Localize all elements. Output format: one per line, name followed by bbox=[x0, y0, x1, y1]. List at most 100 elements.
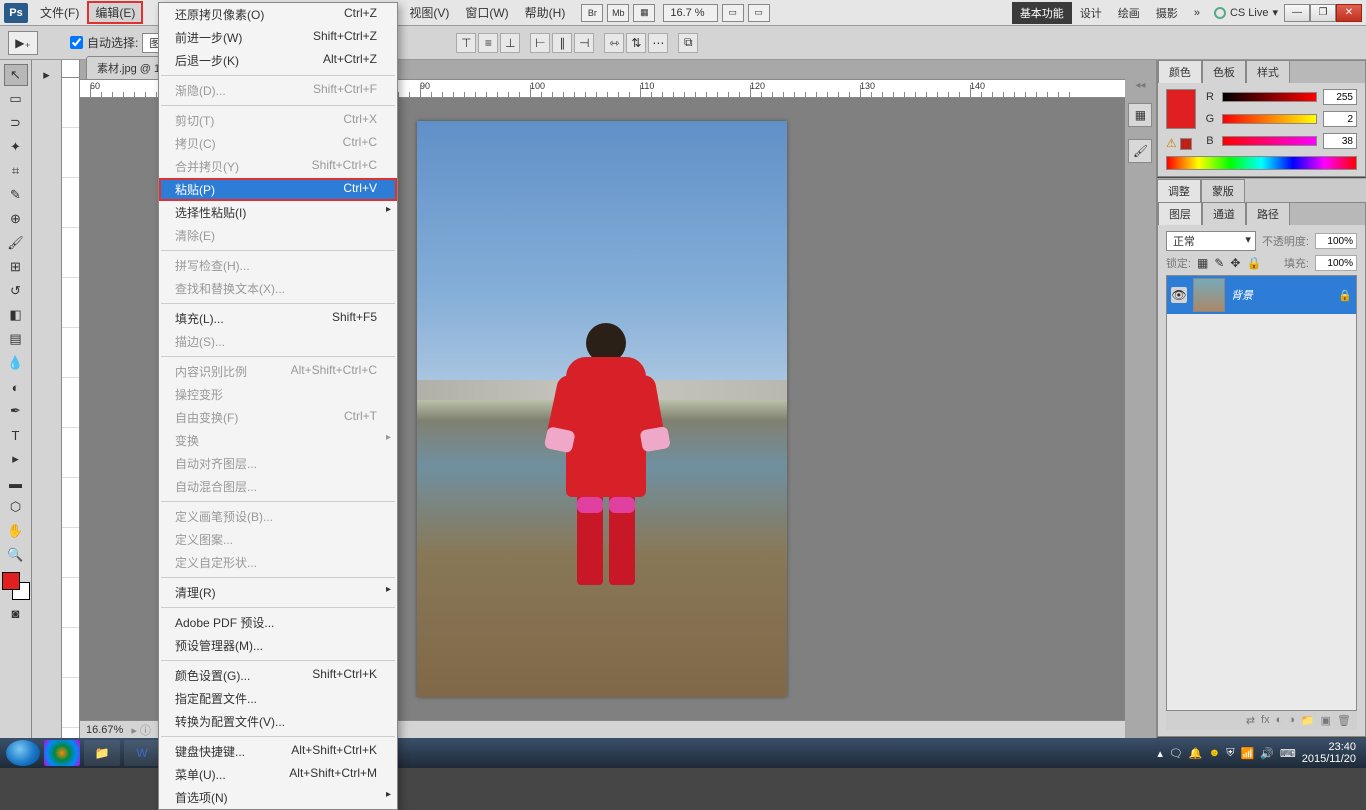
gradient-tool[interactable]: ▤ bbox=[4, 328, 28, 350]
layer-visibility-icon[interactable]: 👁 bbox=[1171, 287, 1187, 303]
styles-tab[interactable]: 样式 bbox=[1246, 60, 1290, 83]
view-extras-icon[interactable]: ▭ bbox=[722, 4, 744, 22]
dodge-tool[interactable]: ◐ bbox=[4, 376, 28, 398]
masks-tab[interactable]: 蒙版 bbox=[1201, 179, 1245, 203]
layer-style-icon[interactable]: fx bbox=[1261, 714, 1270, 727]
align-hcenter-icon[interactable]: ∥ bbox=[552, 33, 572, 53]
tray-icon-3[interactable]: ☻ bbox=[1209, 747, 1221, 759]
workspace-photo[interactable]: 摄影 bbox=[1148, 2, 1186, 24]
menu-item-颜色设置g[interactable]: 颜色设置(G)...Shift+Ctrl+K bbox=[159, 664, 397, 687]
history-panel-icon[interactable]: ▦ bbox=[1128, 103, 1152, 127]
history-brush-tool[interactable]: ↺ bbox=[4, 280, 28, 302]
menu-item-填充l[interactable]: 填充(L)...Shift+F5 bbox=[159, 307, 397, 330]
hue-strip[interactable] bbox=[1166, 156, 1357, 170]
workspace-essentials[interactable]: 基本功能 bbox=[1012, 2, 1072, 24]
new-layer-icon[interactable]: ▣ bbox=[1321, 714, 1331, 727]
layer-thumbnail[interactable] bbox=[1193, 278, 1225, 312]
tray-volume-icon[interactable]: 🔊 bbox=[1260, 747, 1274, 760]
menu-item-粘贴p[interactable]: 粘贴(P)Ctrl+V bbox=[159, 178, 397, 201]
menu-item-还原拷贝像素o[interactable]: 还原拷贝像素(O)Ctrl+Z bbox=[159, 3, 397, 26]
zoom-level[interactable]: 16.7 % bbox=[663, 4, 717, 22]
menu-file[interactable]: 文件(F) bbox=[32, 1, 87, 24]
blur-tool[interactable]: 💧 bbox=[4, 352, 28, 374]
maximize-button[interactable]: ❐ bbox=[1310, 4, 1336, 22]
bridge-icon[interactable]: Br bbox=[581, 4, 603, 22]
brush-panel-icon[interactable]: 🖌 bbox=[1128, 139, 1152, 163]
type-tool[interactable]: T bbox=[4, 424, 28, 446]
menu-edit[interactable]: 编辑(E) bbox=[87, 1, 143, 24]
distribute-h-icon[interactable]: ⇿ bbox=[604, 33, 624, 53]
zoom-tool[interactable]: 🔍 bbox=[4, 544, 28, 566]
lock-all-icon[interactable]: 🔒 bbox=[1246, 256, 1261, 270]
close-button[interactable]: ✕ bbox=[1336, 4, 1362, 22]
eraser-tool[interactable]: ◧ bbox=[4, 304, 28, 326]
color-tab[interactable]: 颜色 bbox=[1158, 60, 1202, 83]
align-left-icon[interactable]: ⊢ bbox=[530, 33, 550, 53]
g-slider[interactable] bbox=[1222, 114, 1317, 124]
group-icon[interactable]: 📁 bbox=[1301, 714, 1315, 727]
menu-view[interactable]: 视图(V) bbox=[401, 1, 457, 24]
tray-icon-4[interactable]: ⛨ bbox=[1226, 747, 1234, 760]
adjustments-tab[interactable]: 调整 bbox=[1157, 179, 1201, 203]
distribute-v-icon[interactable]: ⇅ bbox=[626, 33, 646, 53]
marquee-tool[interactable]: ▭ bbox=[4, 88, 28, 110]
g-value[interactable] bbox=[1323, 111, 1357, 127]
tray-icon-2[interactable]: 🔔 bbox=[1189, 747, 1203, 760]
layer-background[interactable]: 👁 背景 🔒 bbox=[1167, 276, 1356, 314]
taskbar-explorer[interactable]: 📁 bbox=[84, 740, 120, 766]
gamut-warning-icon[interactable]: ⚠ bbox=[1166, 136, 1177, 150]
status-info-icon[interactable]: ▸ ⓘ bbox=[131, 722, 151, 738]
collapse-dock[interactable]: ◂◂ bbox=[1133, 80, 1147, 91]
minimize-button[interactable]: — bbox=[1284, 4, 1310, 22]
layer-mask-icon[interactable]: ◐ bbox=[1276, 714, 1283, 727]
tray-icon-1[interactable]: 🗨 bbox=[1169, 747, 1183, 760]
menu-item-菜单u[interactable]: 菜单(U)...Alt+Shift+Ctrl+M bbox=[159, 763, 397, 786]
workspace-painting[interactable]: 绘画 bbox=[1110, 2, 1148, 24]
align-right-icon[interactable]: ⊣ bbox=[574, 33, 594, 53]
b-slider[interactable] bbox=[1222, 136, 1317, 146]
shape-tool[interactable]: ▬ bbox=[4, 472, 28, 494]
fill-value[interactable] bbox=[1315, 255, 1357, 271]
r-value[interactable] bbox=[1323, 89, 1357, 105]
taskbar-word[interactable]: W bbox=[124, 740, 160, 766]
crop-tool[interactable]: ⌗ bbox=[4, 160, 28, 182]
auto-select-checkbox[interactable]: 自动选择: bbox=[70, 34, 138, 51]
foreground-color[interactable] bbox=[2, 572, 20, 590]
r-slider[interactable] bbox=[1222, 92, 1317, 102]
menu-item-adobepdf预设[interactable]: Adobe PDF 预设... bbox=[159, 611, 397, 634]
aux-tool-1[interactable]: ▸ bbox=[35, 64, 59, 86]
align-vcenter-icon[interactable]: ≡ bbox=[478, 33, 498, 53]
clone-stamp-tool[interactable]: ⊞ bbox=[4, 256, 28, 278]
menu-item-转换为配置文件v[interactable]: 转换为配置文件(V)... bbox=[159, 710, 397, 733]
eyedropper-tool[interactable]: ✎ bbox=[4, 184, 28, 206]
layers-tab[interactable]: 图层 bbox=[1158, 202, 1202, 225]
menu-item-指定配置文件[interactable]: 指定配置文件... bbox=[159, 687, 397, 710]
minibridge-icon[interactable]: Mb bbox=[607, 4, 629, 22]
brush-tool[interactable]: 🖌 bbox=[4, 232, 28, 254]
swatches-tab[interactable]: 色板 bbox=[1202, 60, 1246, 83]
opacity-value[interactable] bbox=[1315, 233, 1357, 249]
taskbar-app-1[interactable] bbox=[44, 740, 80, 766]
arrange-icon[interactable]: ⧉ bbox=[678, 33, 698, 53]
align-bottom-icon[interactable]: ⊥ bbox=[500, 33, 520, 53]
menu-item-清理r[interactable]: 清理(R) bbox=[159, 581, 397, 604]
adjustment-layer-icon[interactable]: ◑ bbox=[1288, 714, 1295, 727]
color-preview[interactable] bbox=[1166, 89, 1196, 129]
path-selection-tool[interactable]: ▸ bbox=[4, 448, 28, 470]
menu-item-后退一步k[interactable]: 后退一步(K)Alt+Ctrl+Z bbox=[159, 49, 397, 72]
menu-item-预设管理器m[interactable]: 预设管理器(M)... bbox=[159, 634, 397, 657]
start-button[interactable] bbox=[6, 740, 40, 766]
tool-preset-picker[interactable]: ▶₊ bbox=[8, 31, 38, 55]
menu-item-首选项n[interactable]: 首选项(N) bbox=[159, 786, 397, 809]
menu-item-键盘快捷键[interactable]: 键盘快捷键...Alt+Shift+Ctrl+K bbox=[159, 740, 397, 763]
tray-show-hidden[interactable]: ▴ bbox=[1157, 747, 1163, 760]
lock-pixels-icon[interactable]: ✎ bbox=[1214, 256, 1224, 270]
tray-network-icon[interactable]: 📶 bbox=[1240, 747, 1254, 760]
b-value[interactable] bbox=[1323, 133, 1357, 149]
link-layers-icon[interactable]: ⇄ bbox=[1246, 714, 1255, 727]
delete-layer-icon[interactable]: 🗑 bbox=[1337, 714, 1351, 727]
color-swatches[interactable] bbox=[2, 572, 30, 600]
paths-tab[interactable]: 路径 bbox=[1246, 202, 1290, 225]
layer-name[interactable]: 背景 bbox=[1231, 287, 1332, 303]
lock-position-icon[interactable]: ✥ bbox=[1230, 256, 1240, 270]
